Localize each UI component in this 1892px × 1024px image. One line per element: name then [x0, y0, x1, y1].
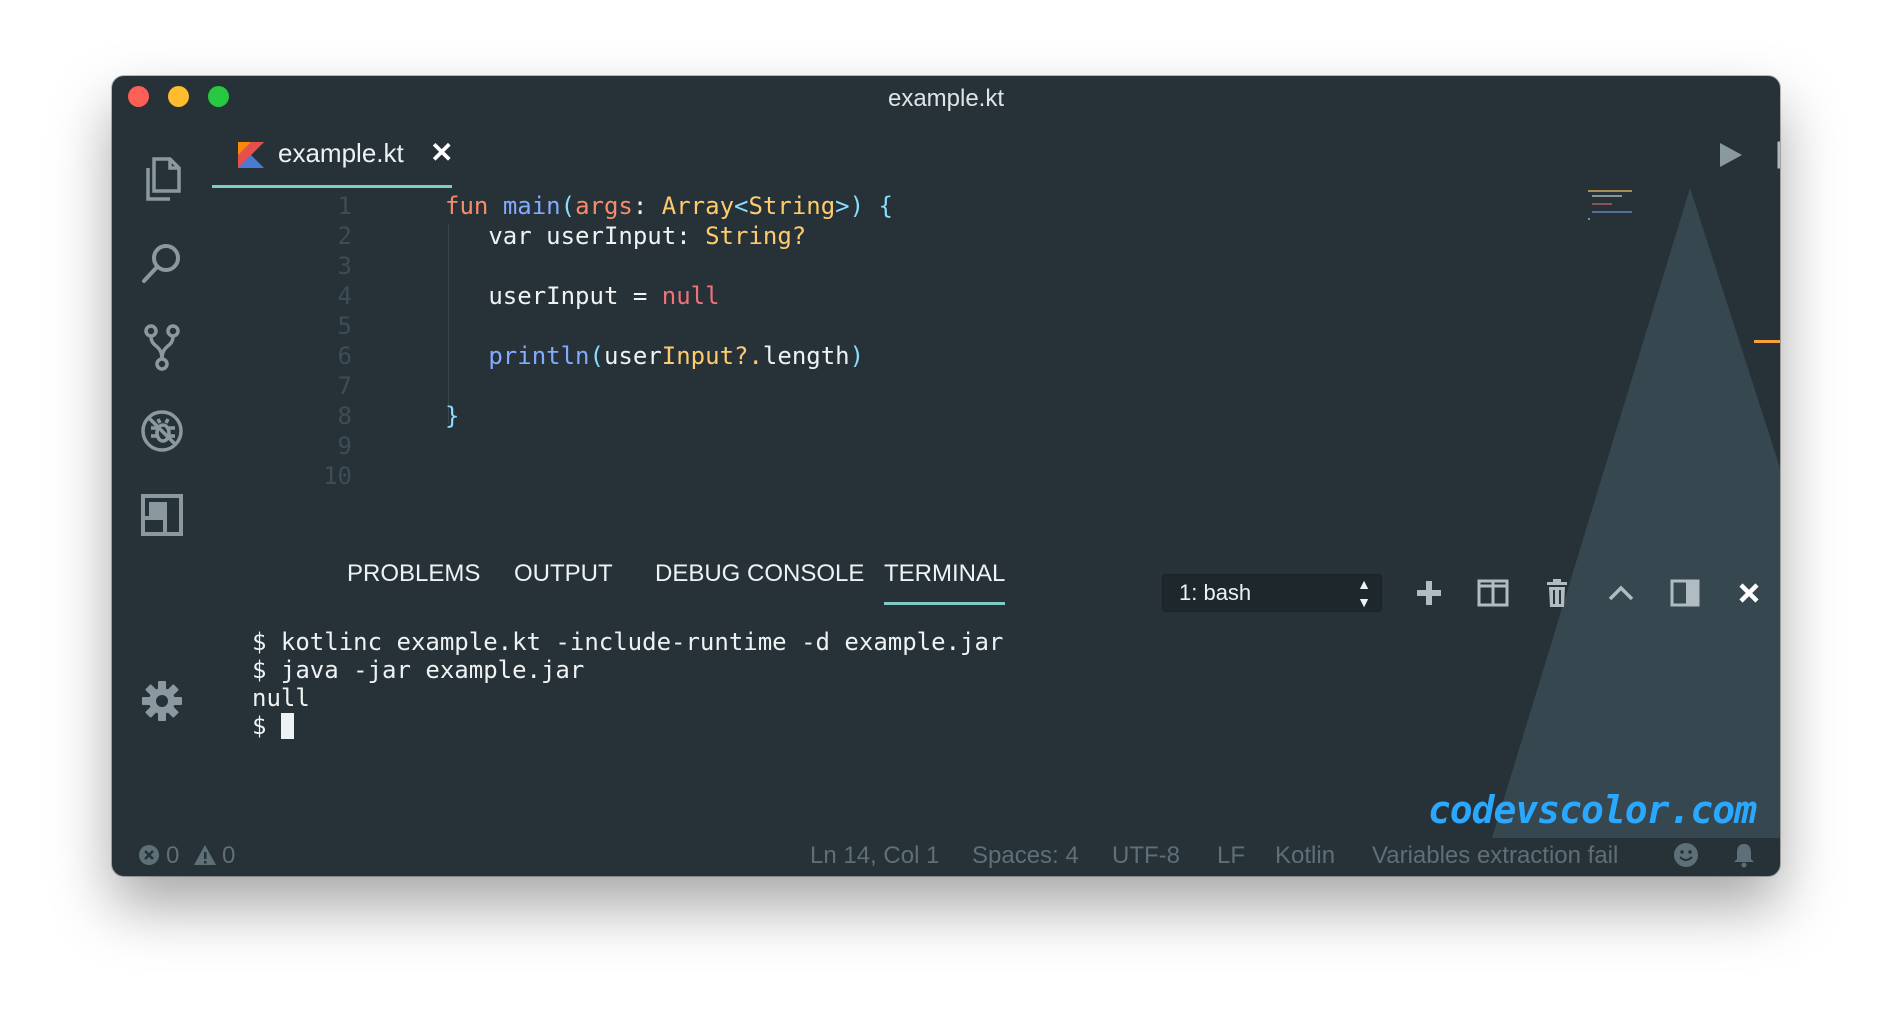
warning-count[interactable]: 0: [222, 842, 235, 870]
code-token: userInput =: [445, 282, 662, 310]
code-token: String?: [705, 222, 807, 250]
terminal-line: $ java -jar example.jar: [252, 656, 585, 684]
end-of-line[interactable]: LF: [1217, 842, 1245, 870]
code-token: >: [835, 192, 850, 220]
extensions-icon[interactable]: [137, 490, 187, 540]
split-terminal-icon[interactable]: [1476, 576, 1510, 610]
editor-tab-bar: example.kt ✕: [212, 116, 1780, 188]
warning-icon[interactable]: [192, 842, 218, 868]
language-mode[interactable]: Kotlin: [1275, 842, 1335, 870]
debug-icon[interactable]: [137, 406, 187, 456]
error-icon[interactable]: [136, 842, 162, 868]
code-editor[interactable]: 1 fun main(args: Array<String>) {2 var us…: [212, 188, 1752, 548]
activity-bar: [112, 116, 212, 836]
encoding[interactable]: UTF-8: [1112, 842, 1180, 870]
line-number: 10: [323, 462, 352, 490]
minimap[interactable]: [1582, 188, 1652, 228]
code-token: <: [734, 192, 749, 220]
code-token: :: [632, 192, 662, 220]
tab-label: example.kt: [278, 138, 404, 168]
cursor-position[interactable]: Ln 14, Col 1: [810, 842, 939, 870]
close-panel-icon[interactable]: [1732, 576, 1766, 610]
run-icon[interactable]: [1712, 138, 1746, 172]
source-control-icon[interactable]: [137, 322, 187, 372]
close-icon[interactable]: ✕: [430, 136, 453, 169]
code-token: Array: [661, 192, 735, 220]
terminal-cursor: [280, 713, 294, 739]
code-token: println: [488, 342, 590, 370]
add-icon[interactable]: [1412, 576, 1446, 610]
terminal-prompt-line: $: [252, 712, 1452, 740]
terminal-select[interactable]: 1: bash ▲ ▼: [1162, 574, 1382, 612]
terminal-prompt: $: [252, 712, 281, 740]
code-token: Input: [661, 342, 735, 370]
files-icon[interactable]: [137, 154, 187, 204]
code-token: user: [603, 342, 662, 370]
kotlin-icon: [238, 142, 264, 168]
code-line[interactable]: 10: [212, 458, 1752, 494]
vscode-window: example.kt example.kt ✕ 1 fun main(args:…: [112, 76, 1780, 876]
window-title: example.kt: [887, 85, 1005, 112]
tab-debug-console[interactable]: DEBUG CONSOLE: [655, 556, 864, 602]
code-token: null: [661, 282, 720, 310]
notifications-bell-icon[interactable]: [1730, 841, 1758, 869]
scrollbar-marker: [1754, 340, 1780, 343]
watermark: codevscolor.com: [1427, 788, 1757, 832]
tab-output[interactable]: OUTPUT: [514, 556, 613, 602]
tab-problems[interactable]: PROBLEMS: [347, 556, 480, 602]
trash-icon[interactable]: [1540, 576, 1574, 610]
status-bar: 0 0 Ln 14, Col 1 Spaces: 4 UTF-8 LF Kotl…: [112, 836, 1780, 876]
error-count[interactable]: 0: [166, 842, 179, 870]
terminal-line: null: [252, 684, 310, 712]
title-bar: example.kt: [112, 76, 1780, 116]
terminal-select-value: 1: bash: [1179, 580, 1252, 605]
code-token: (: [589, 342, 604, 370]
status-message: Variables extraction fail: [1372, 842, 1619, 869]
code-token: ) {: [849, 192, 893, 220]
terminal-line: $ kotlinc example.kt -include-runtime -d…: [252, 628, 1004, 656]
code-token: (: [560, 192, 576, 220]
tab-example-kt[interactable]: example.kt ✕: [212, 116, 453, 188]
search-icon[interactable]: [137, 238, 187, 288]
toggle-panel-icon[interactable]: [1668, 576, 1702, 610]
code-token: args: [575, 192, 633, 220]
gear-icon[interactable]: [137, 676, 187, 726]
tab-terminal[interactable]: TERMINAL: [884, 556, 1006, 605]
code-token: }: [445, 402, 460, 430]
indentation[interactable]: Spaces: 4: [972, 842, 1079, 870]
code-token: fun: [445, 192, 489, 220]
code-token: var userInput:: [445, 222, 706, 250]
split-editor-icon[interactable]: [1776, 138, 1780, 172]
maximize-panel-icon[interactable]: [1604, 576, 1638, 610]
code-token: length: [762, 342, 850, 370]
code-token: String: [748, 192, 836, 220]
chevron-updown-icon: ▲ ▼: [1357, 576, 1371, 610]
feedback-smiley-icon[interactable]: [1672, 841, 1700, 869]
terminal-output[interactable]: $ kotlinc example.kt -include-runtime -d…: [252, 628, 1452, 740]
code-token: main: [502, 192, 561, 220]
code-token: ): [849, 342, 865, 370]
code-token: ?.: [734, 342, 763, 370]
